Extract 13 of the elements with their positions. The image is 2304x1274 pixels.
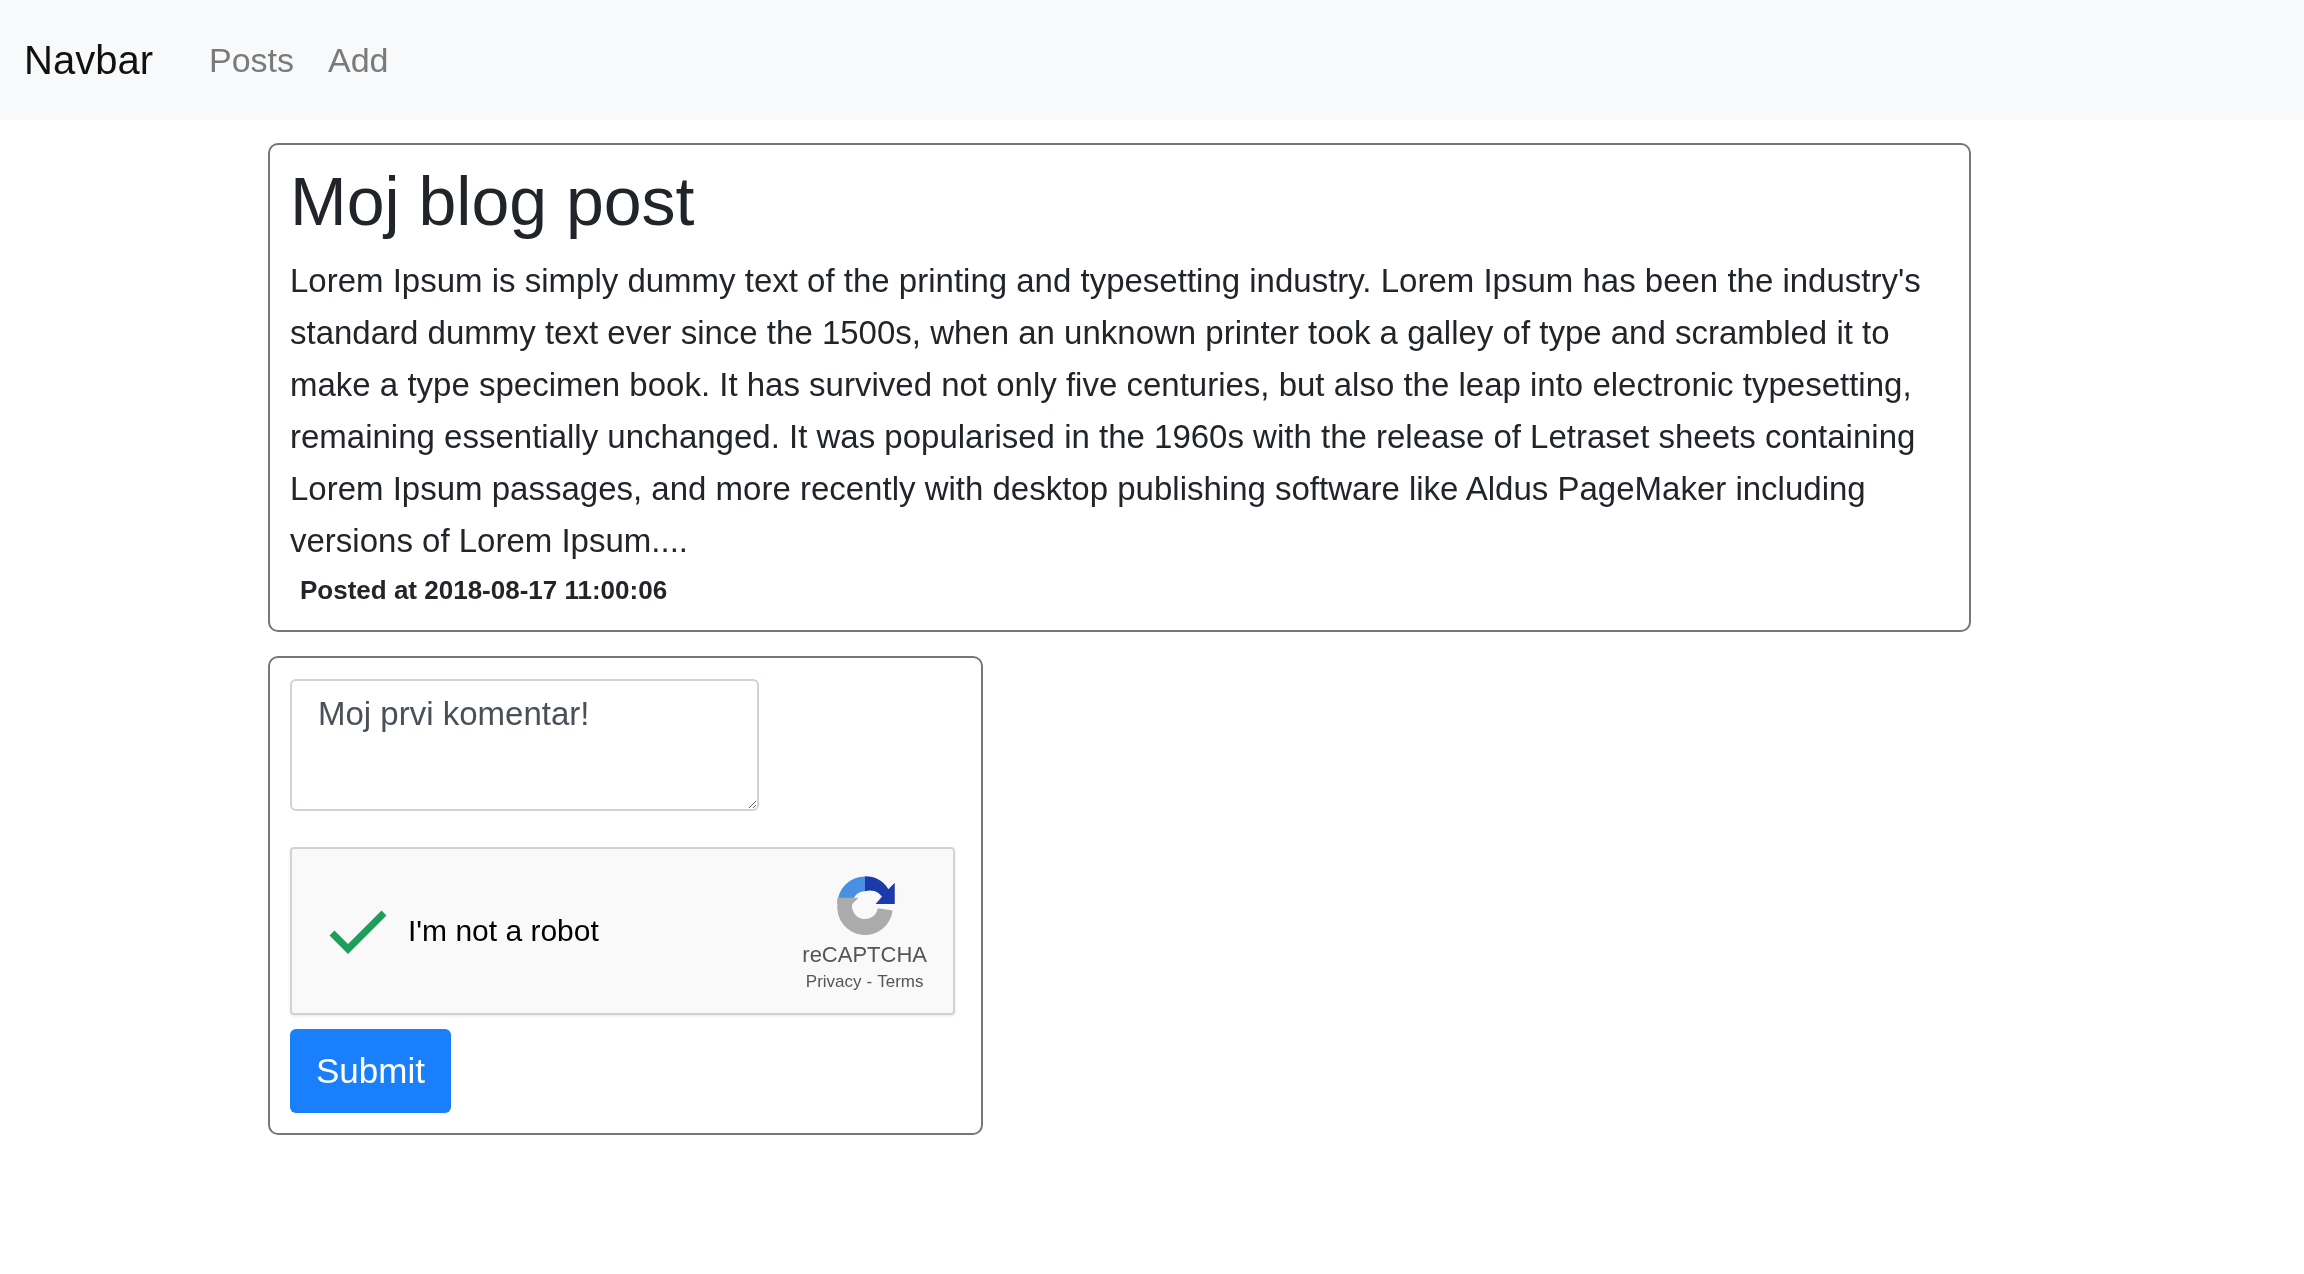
post-body: Lorem Ipsum is simply dummy text of the printing and typesetting industry. Lorem Ipsum has been the industry's standard dummy text ever since the 1500s, when an unknown printer took a galley of type and scrambled it to make a type specimen book. It has survived not only five centuries, but also the leap into electronic typesetting, remaining essentially unchanged. It was popularised in the 1960s with the release of Letraset sheets containing Lorem Ipsum passages, and more recently with desktop publishing software like Aldus PageMaker including versions of Lorem Ipsum.... <box>290 260 1922 561</box>
privacy-link[interactable]: Privacy <box>805 971 862 992</box>
navbar-brand[interactable]: Navbar <box>24 37 153 83</box>
terms-link[interactable]: Terms <box>877 971 924 992</box>
nav-link[interactable]: Posts <box>208 40 294 80</box>
submit-button[interactable]: Submit <box>290 1028 451 1113</box>
posted-date: Posted at 2018-08-17 11:00:06 <box>300 574 669 606</box>
nav-link[interactable]: Add <box>328 40 389 80</box>
comment-field[interactable]: Moj prvi komentar! <box>290 678 759 811</box>
captcha-label: I'm not a robot <box>408 913 600 948</box>
recaptcha-brand: reCAPTCHA <box>802 941 927 968</box>
link-separator: - <box>866 971 873 992</box>
post-title: Moj blog post <box>290 162 696 241</box>
